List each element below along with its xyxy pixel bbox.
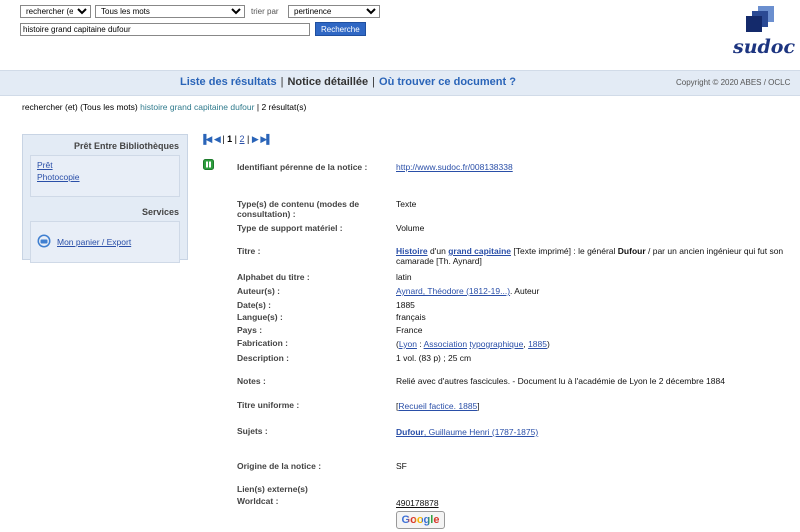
nav-detail-current: Notice détaillée	[287, 76, 369, 88]
worldcat-link[interactable]: 490178878	[396, 498, 439, 508]
nav-separator: |	[280, 76, 284, 88]
breadcrumb-query-link[interactable]: histoire grand capitaine dufour	[140, 102, 254, 112]
fab-value: (Lyon : Association typographique, 1885)	[396, 339, 791, 349]
first-page-icon[interactable]: ▐◀	[200, 134, 212, 144]
notes-value: Relié avec d'autres fascicules. - Docume…	[396, 376, 725, 386]
author-link[interactable]: Aynard, Théodore (1812-19...)	[396, 286, 510, 296]
breadcrumb: rechercher (et) (Tous les mots) histoire…	[22, 102, 306, 112]
ppn-label: Identifiant pérenne de la notice :	[237, 162, 368, 172]
peb-box: Prêt Photocopie	[30, 155, 180, 197]
subject-rest: , Guillaume Henri (1787-1875)	[423, 427, 539, 437]
sort-label: trier par	[251, 7, 279, 16]
subjects-value: Dufour, Guillaume Henri (1787-1875)	[396, 427, 791, 437]
date-label: Date(s) :	[237, 300, 272, 310]
origin-value: SF	[396, 461, 407, 471]
sudoc-logo-text: sudoc	[733, 36, 796, 58]
subject-bold: Dufour	[396, 427, 424, 437]
copyright: Copyright © 2020 ABES / OCLC	[676, 78, 791, 87]
fab-lyon-link[interactable]: Lyon	[399, 339, 417, 349]
worldcat-label: Worldcat :	[237, 496, 279, 506]
title-link-histoire[interactable]: Histoire	[396, 246, 428, 256]
pager-page-2[interactable]: 2	[240, 134, 245, 144]
title-text: [Texte imprimé] : le général	[511, 246, 618, 256]
notes-label: Notes :	[237, 376, 266, 386]
content-type-label: Type(s) de contenu (modes de consultatio…	[237, 199, 360, 219]
prev-page-icon[interactable]: ◀	[214, 134, 221, 144]
fab-typographique-link[interactable]: typographique	[469, 339, 523, 349]
lang-label: Langue(s) :	[237, 312, 283, 322]
fab-label: Fabrication :	[237, 338, 289, 348]
country-value: France	[396, 325, 423, 335]
alphabet-label: Alphabet du titre :	[237, 272, 310, 282]
fab-year-link[interactable]: 1885	[528, 339, 547, 349]
basket-export-link[interactable]: Mon panier / Export	[57, 236, 131, 248]
record-icon	[203, 159, 214, 172]
author-label: Auteur(s) :	[237, 286, 280, 296]
title-value: Histoire d'un grand capitaine [Texte imp…	[396, 246, 791, 266]
sort-select[interactable]: pertinence	[288, 5, 380, 18]
lang-value: français	[396, 312, 426, 322]
desc-label: Description :	[237, 353, 289, 363]
uniform-title-value: [Recueil factice. 1885]	[396, 401, 791, 411]
scope-select[interactable]: Tous les mots	[95, 5, 245, 18]
search-button[interactable]: Recherche	[315, 22, 366, 36]
author-role: . Auteur	[510, 286, 540, 296]
date-value: 1885	[396, 300, 415, 310]
uniform-title-label: Titre uniforme :	[237, 400, 300, 410]
nav-separator: |	[372, 76, 376, 88]
google-button[interactable]: Google	[396, 511, 445, 529]
title-bold: Dufour	[617, 246, 646, 256]
title-link-grand-capitaine[interactable]: grand capitaine	[448, 246, 511, 256]
subject-link[interactable]: Dufour, Guillaume Henri (1787-1875)	[396, 427, 538, 437]
pager-separator: |	[247, 134, 250, 144]
subjects-label: Sujets :	[237, 426, 268, 436]
title-label: Titre :	[237, 246, 261, 256]
fab-sep: :	[416, 339, 424, 349]
top-nav: Liste des résultats | Notice détaillée | Où …	[180, 76, 516, 88]
last-page-icon[interactable]: ▶▌	[260, 134, 272, 144]
content-type-value: Texte	[396, 199, 417, 209]
desc-value: 1 vol. (83 p) ; 25 cm	[396, 353, 472, 363]
author-value: Aynard, Théodore (1812-19...). Auteur	[396, 286, 791, 296]
nav-results-link[interactable]: Liste des résultats	[180, 76, 277, 88]
pager-separator: |	[234, 134, 237, 144]
google-label: Google	[401, 514, 440, 526]
services-box: Mon panier / Export	[30, 221, 180, 263]
ppn-link[interactable]: http://www.sudoc.fr/008138338	[396, 162, 513, 172]
photocopie-link[interactable]: Photocopie	[37, 171, 173, 183]
origin-label: Origine de la notice :	[237, 461, 322, 471]
fab-association-link[interactable]: Association	[424, 339, 467, 349]
alphabet-value: latin	[396, 272, 412, 282]
support-label: Type de support matériel :	[237, 223, 343, 233]
next-page-icon[interactable]: ▶	[252, 134, 259, 144]
title-text: d'un	[427, 246, 449, 256]
external-links-label: Lien(s) externe(s)	[237, 484, 308, 494]
breadcrumb-prefix: rechercher (et) (Tous les mots)	[22, 102, 138, 112]
sidebar-panel: Prêt Entre Bibliothèques Prêt Photocopie…	[22, 134, 188, 263]
peb-title: Prêt Entre Bibliothèques	[73, 141, 179, 151]
basket-icon	[37, 234, 51, 250]
pret-link[interactable]: Prêt	[37, 159, 173, 171]
fab-paren: )	[546, 339, 550, 349]
operator-select[interactable]: rechercher (et)	[20, 5, 91, 18]
pager-separator: |	[222, 134, 225, 144]
pager: ▐◀ ◀ | 1 | 2 | ▶ ▶▌	[200, 134, 273, 145]
pager-current: 1	[227, 134, 233, 144]
result-count: 2 résultat(s)	[261, 102, 307, 112]
breadcrumb-separator: |	[256, 102, 260, 112]
nav-where-link[interactable]: Où trouver ce document ?	[379, 76, 516, 88]
uniform-bracket: ]	[477, 401, 480, 411]
services-title: Services	[141, 207, 179, 217]
country-label: Pays :	[237, 325, 263, 335]
search-input[interactable]	[20, 23, 310, 36]
uniform-title-link[interactable]: Recueil factice. 1885	[398, 401, 477, 411]
support-value: Volume	[396, 223, 425, 233]
